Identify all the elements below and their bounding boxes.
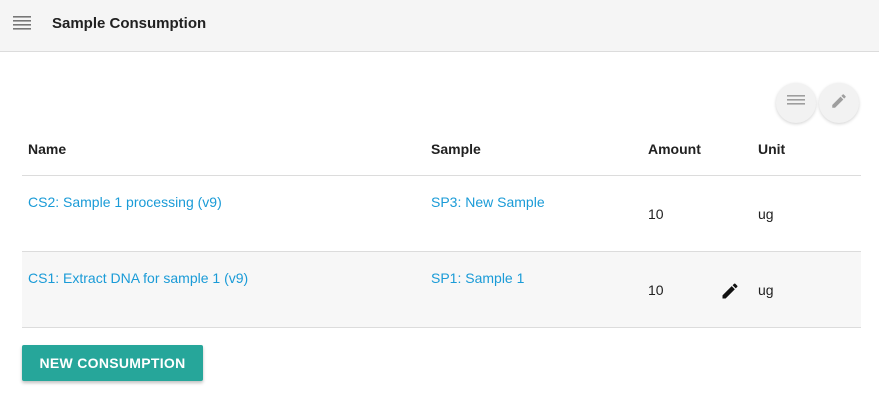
unit-value: ug xyxy=(758,282,774,298)
sample-cell: SP3: New Sample xyxy=(425,175,642,252)
column-header-name[interactable]: Name xyxy=(22,123,425,176)
table-row: CS1: Extract DNA for sample 1 (v9) SP1: … xyxy=(22,251,861,328)
unit-cell: ug xyxy=(752,175,861,252)
name-cell: CS1: Extract DNA for sample 1 (v9) xyxy=(22,251,425,328)
column-header-unit[interactable]: Unit xyxy=(752,123,861,176)
edit-mode-button[interactable] xyxy=(819,83,859,123)
unit-cell: ug xyxy=(722,251,861,328)
sample-link[interactable]: SP1: Sample 1 xyxy=(431,270,524,286)
pencil-icon xyxy=(830,92,848,115)
sample-link[interactable]: SP3: New Sample xyxy=(431,194,545,210)
app-header: Sample Consumption xyxy=(0,0,879,52)
column-header-amount[interactable]: Amount xyxy=(642,123,752,176)
amount-cell: 10 xyxy=(642,175,752,252)
table-row: CS2: Sample 1 processing (v9) SP3: New S… xyxy=(22,175,861,252)
list-view-icon xyxy=(787,94,805,113)
table-header-row: Name Sample Amount Unit xyxy=(22,123,861,176)
list-view-button[interactable] xyxy=(776,83,816,123)
consumption-link[interactable]: CS1: Extract DNA for sample 1 (v9) xyxy=(28,270,248,286)
new-consumption-button[interactable]: NEW CONSUMPTION xyxy=(22,345,203,381)
amount-value: 10 xyxy=(648,206,664,222)
pencil-icon[interactable] xyxy=(720,281,740,301)
unit-value: ug xyxy=(758,206,774,222)
consumption-table: Name Sample Amount Unit CS2: Sample 1 pr… xyxy=(22,123,861,328)
name-cell: CS2: Sample 1 processing (v9) xyxy=(22,175,425,252)
page-title: Sample Consumption xyxy=(52,15,207,32)
consumption-link[interactable]: CS2: Sample 1 processing (v9) xyxy=(28,194,222,210)
hamburger-menu-icon[interactable] xyxy=(13,16,31,30)
sample-cell: SP1: Sample 1 xyxy=(425,251,642,328)
amount-value: 10 xyxy=(648,282,664,298)
column-header-sample[interactable]: Sample xyxy=(425,123,642,176)
